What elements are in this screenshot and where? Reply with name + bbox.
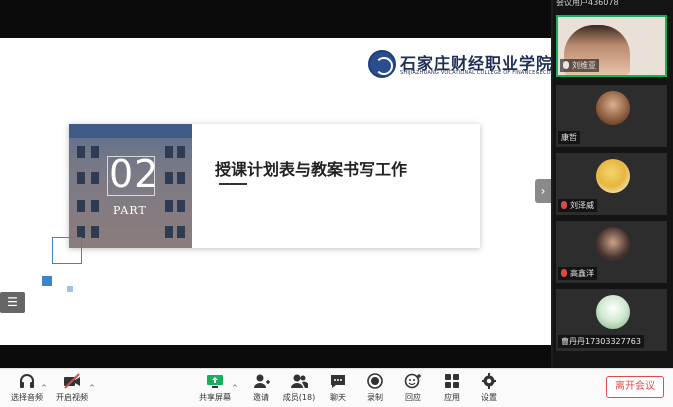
- collapse-panel-chevron-icon[interactable]: ›: [535, 179, 551, 203]
- participant-tile[interactable]: 曹丹丹17303327763: [556, 289, 667, 351]
- participant-tile[interactable]: 高鑫洋: [556, 221, 667, 283]
- part-label: PART: [113, 204, 147, 217]
- decorative-square-outline: [52, 237, 82, 264]
- title-underline: [219, 183, 247, 185]
- participant-name: 刘泽威: [558, 199, 597, 212]
- list-menu-icon[interactable]: ☰: [0, 292, 25, 313]
- presentation-slide: 石家庄财经职业学院 SHIJIAZHUANG VOCATIONAL COLLEG…: [0, 38, 572, 345]
- react-button[interactable]: 回应: [391, 373, 435, 403]
- building-image: 02 PART: [69, 124, 192, 248]
- participant-tile-active[interactable]: 刘维亚: [556, 15, 667, 77]
- microphone-muted-icon: [561, 201, 567, 209]
- gear-icon: [480, 373, 498, 389]
- participant-name: 刘维亚: [560, 59, 599, 72]
- audio-options-chevron-icon[interactable]: ^: [41, 384, 47, 392]
- video-options-chevron-icon[interactable]: ^: [89, 384, 95, 392]
- participant-name-top: 会议用户436078: [556, 0, 619, 7]
- meeting-toolbar: 选择音频 ^ 开启视频 ^ 共享屏幕 ^ 邀请 成员(18) 聊天 录制 回应 …: [0, 368, 673, 407]
- decorative-square-small: [67, 286, 73, 292]
- chat-icon: [329, 373, 347, 389]
- decorative-square-filled: [42, 276, 52, 286]
- share-options-chevron-icon[interactable]: ^: [232, 384, 238, 392]
- avatar: [596, 159, 630, 193]
- school-name-en: SHIJIAZHUANG VOCATIONAL COLLEGE OF FINAN…: [400, 70, 573, 76]
- participant-name: 高鑫洋: [558, 267, 597, 280]
- record-icon: [366, 373, 384, 389]
- apps-grid-icon: [443, 373, 461, 389]
- camera-off-icon: [63, 373, 81, 389]
- members-button[interactable]: 成员(18): [277, 373, 321, 403]
- headphones-icon: [18, 373, 36, 389]
- video-button[interactable]: 开启视频: [50, 373, 94, 403]
- settings-button[interactable]: 设置: [467, 373, 511, 403]
- participant-tile[interactable]: 刘泽威: [556, 153, 667, 215]
- part-number: 02: [109, 152, 160, 196]
- section-card: 02 PART 授课计划表与教案书写工作: [69, 124, 480, 248]
- shared-screen: 石家庄财经职业学院 SHIJIAZHUANG VOCATIONAL COLLEG…: [0, 0, 572, 368]
- avatar: [596, 295, 630, 329]
- participant-name: 康哲: [558, 131, 580, 144]
- participant-tile[interactable]: 康哲: [556, 85, 667, 147]
- leave-meeting-button[interactable]: 离开会议: [606, 376, 664, 398]
- members-icon: [290, 373, 309, 389]
- school-logo-icon: [368, 50, 396, 78]
- microphone-muted-icon: [561, 269, 567, 277]
- avatar: [596, 91, 630, 125]
- meeting-window: 石家庄财经职业学院 SHIJIAZHUANG VOCATIONAL COLLEG…: [0, 0, 673, 407]
- microphone-icon: [563, 61, 569, 69]
- share-screen-button[interactable]: 共享屏幕: [193, 373, 237, 403]
- invite-user-icon: [252, 373, 270, 389]
- share-screen-icon: [206, 373, 224, 389]
- reaction-icon: [404, 373, 422, 389]
- section-title: 授课计划表与教案书写工作: [215, 160, 408, 179]
- participant-name: 曹丹丹17303327763: [558, 335, 644, 348]
- avatar: [596, 227, 630, 261]
